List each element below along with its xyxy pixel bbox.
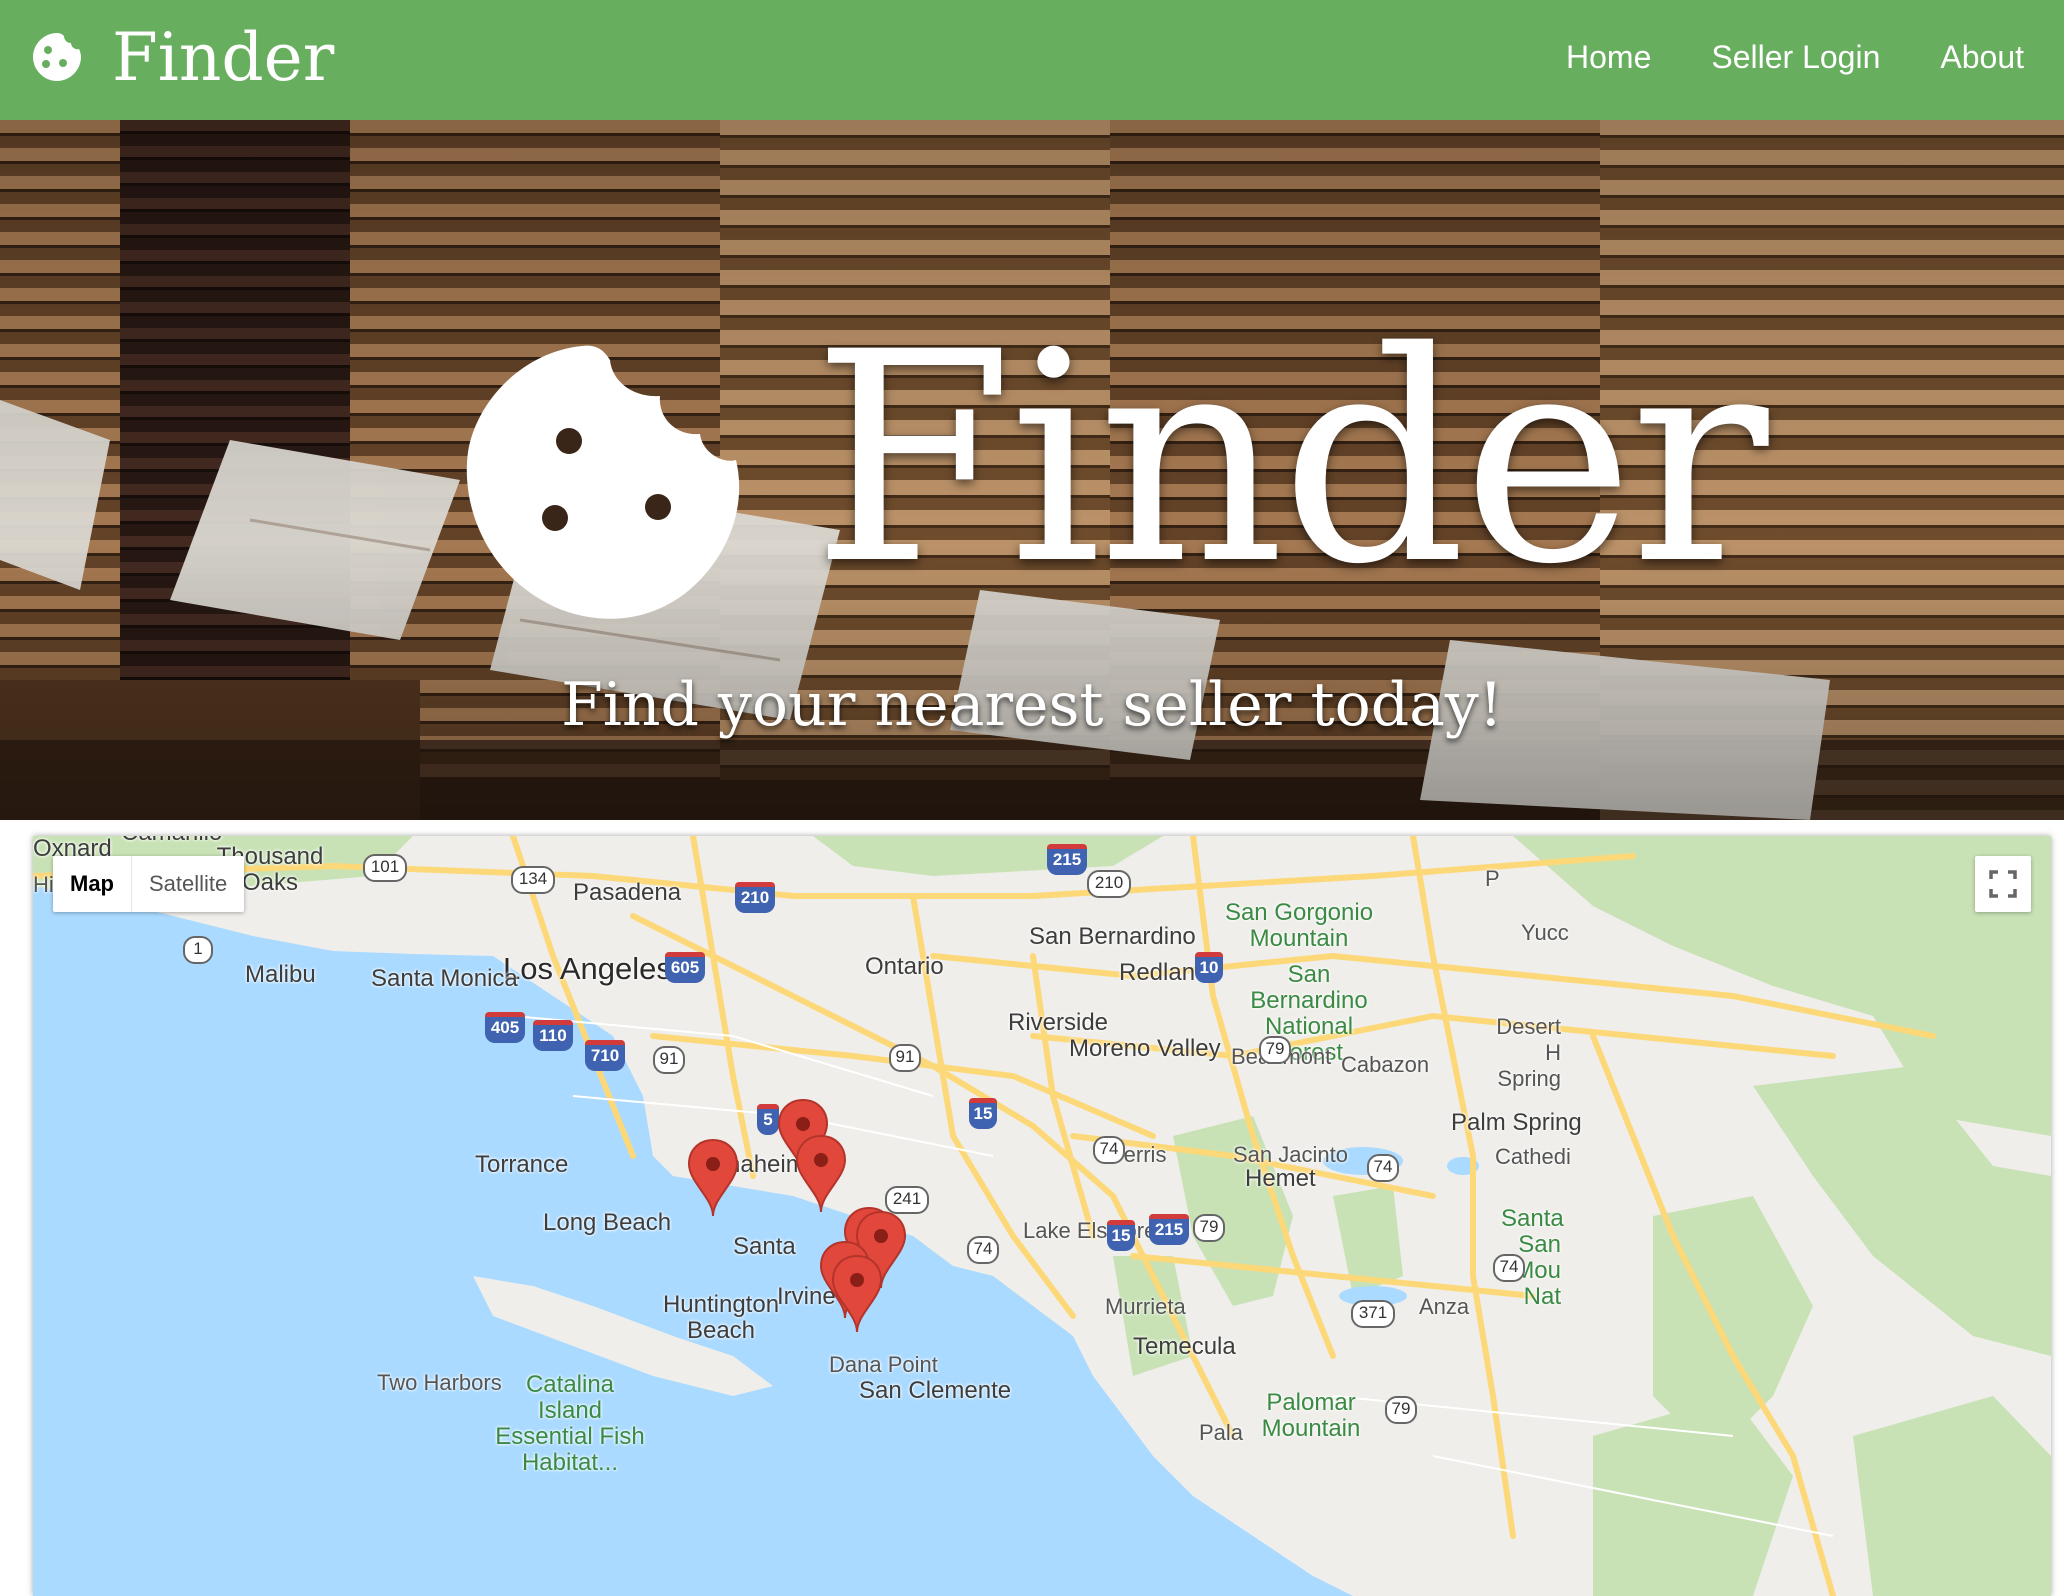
route-79-north-shield: 79 xyxy=(1259,1036,1291,1064)
interstate-215-south-shield: 215 xyxy=(1149,1214,1189,1245)
map-label-santa-monica: Santa Monica xyxy=(371,965,518,992)
map-label-yucca: Yucc xyxy=(1521,920,1569,945)
route-79-south-shield: 79 xyxy=(1193,1214,1225,1242)
map-label-san-bernardino: San Bernardino xyxy=(1029,923,1196,950)
hero-banner: Finder Find your nearest seller today! xyxy=(0,120,2064,820)
map-label-hi: Hi xyxy=(33,872,54,897)
route-74-west-shield: 74 xyxy=(1093,1136,1125,1164)
interstate-110-shield: 110 xyxy=(533,1020,573,1051)
map-label-pala: Pala xyxy=(1199,1420,1244,1445)
interstate-15-south-shield: 15 xyxy=(1107,1220,1135,1251)
route-79-pala-shield: 79 xyxy=(1385,1396,1417,1424)
interstate-15-north-shield: 15 xyxy=(969,1098,997,1129)
map-label-torrance: Torrance xyxy=(475,1151,569,1178)
route-371-shield: 371 xyxy=(1351,1300,1395,1328)
map-label-cabazon: Cabazon xyxy=(1341,1052,1430,1077)
nav-about-link[interactable]: About xyxy=(1940,34,2024,80)
map-label-murrieta: Murrieta xyxy=(1105,1294,1186,1319)
hero-subtitle: Find your nearest seller today! xyxy=(561,670,1503,740)
interstate-405-shield: 405 xyxy=(485,1012,525,1043)
map-label-santa-ana: Santa xyxy=(733,1233,796,1260)
route-91-east-shield: 91 xyxy=(889,1044,921,1072)
map-label-ontario: Ontario xyxy=(865,953,944,980)
fullscreen-icon xyxy=(1989,870,2017,898)
seller-map[interactable]: Oxnard Hi Camarillo Thousand Oaks Pasade… xyxy=(33,836,2051,1596)
nav-links: Home Seller Login About xyxy=(1566,34,2024,80)
map-label-anza: Anza xyxy=(1419,1294,1470,1319)
interstate-5-shield: 5 xyxy=(757,1104,779,1135)
map-tiles[interactable] xyxy=(33,836,2051,1596)
map-label-san-gorgonio: San Gorgonio Mountain xyxy=(1224,899,1374,952)
map-label-palm-springs: Palm Spring xyxy=(1451,1109,1582,1136)
seller-marker[interactable] xyxy=(687,1138,739,1218)
seller-marker[interactable] xyxy=(831,1254,883,1334)
map-label-san-clemente: San Clemente xyxy=(859,1377,1012,1404)
route-1-shield: 1 xyxy=(183,936,213,964)
map-label-palomar-mountain: Palomar Mountain xyxy=(1261,1389,1361,1442)
route-91-west-shield: 91 xyxy=(653,1046,685,1074)
map-label-dana-point: Dana Point xyxy=(829,1352,938,1377)
seller-marker[interactable] xyxy=(795,1134,847,1214)
fullscreen-button[interactable] xyxy=(1975,856,2031,912)
interstate-710-shield: 710 xyxy=(585,1040,625,1071)
route-74-ortega-shield: 74 xyxy=(967,1236,999,1264)
map-label-pe: P xyxy=(1485,866,1500,891)
map-label-huntington-beach: Huntington Beach xyxy=(662,1291,780,1344)
route-101-shield: 101 xyxy=(363,854,407,882)
map-label-cathedral-city: Cathedi xyxy=(1495,1144,1571,1169)
route-210-shield: 210 xyxy=(1087,870,1131,898)
map-label-long-beach: Long Beach xyxy=(543,1209,672,1236)
route-74-east-shield: 74 xyxy=(1367,1154,1399,1182)
nav-home-link[interactable]: Home xyxy=(1566,34,1651,80)
map-type-map-button[interactable]: Map xyxy=(53,856,132,912)
map-label-moreno-valley: Moreno Valley xyxy=(1069,1035,1221,1062)
hero-title: Finder xyxy=(812,291,1769,628)
interstate-10-shield: 10 xyxy=(1195,952,1223,983)
brand-name[interactable]: Finder xyxy=(112,16,334,100)
cookie-logo-icon xyxy=(466,345,740,619)
map-label-hemet: Hemet xyxy=(1245,1165,1316,1192)
map-label-two-harbors: Two Harbors xyxy=(377,1370,502,1395)
map-type-control: Map Satellite xyxy=(53,856,245,912)
map-label-catalina: Catalina Island Essential Fish Habitat..… xyxy=(495,1371,645,1476)
route-74-anza-shield: 74 xyxy=(1493,1254,1525,1282)
map-label-pasadena: Pasadena xyxy=(573,879,682,906)
interstate-605-shield: 605 xyxy=(665,952,705,983)
nav-seller-login-link[interactable]: Seller Login xyxy=(1711,34,1880,80)
interstate-210-shield: 210 xyxy=(735,882,775,913)
cookie-icon[interactable] xyxy=(30,30,84,84)
map-label-malibu: Malibu xyxy=(245,961,316,988)
map-label-lake-elsinore: Lake Elsinore xyxy=(1023,1218,1157,1243)
map-label-desert-hot-springs: Desert H Spring xyxy=(1496,1014,1561,1091)
map-label-temecula: Temecula xyxy=(1133,1333,1236,1360)
interstate-215-north-shield: 215 xyxy=(1047,844,1087,875)
navbar: Finder Home Seller Login About xyxy=(0,0,2064,120)
route-134-shield: 134 xyxy=(511,866,555,894)
map-label-riverside: Riverside xyxy=(1008,1009,1109,1036)
map-label-los-angeles: Los Angeles xyxy=(503,951,672,986)
map-type-satellite-button[interactable]: Satellite xyxy=(132,856,244,912)
